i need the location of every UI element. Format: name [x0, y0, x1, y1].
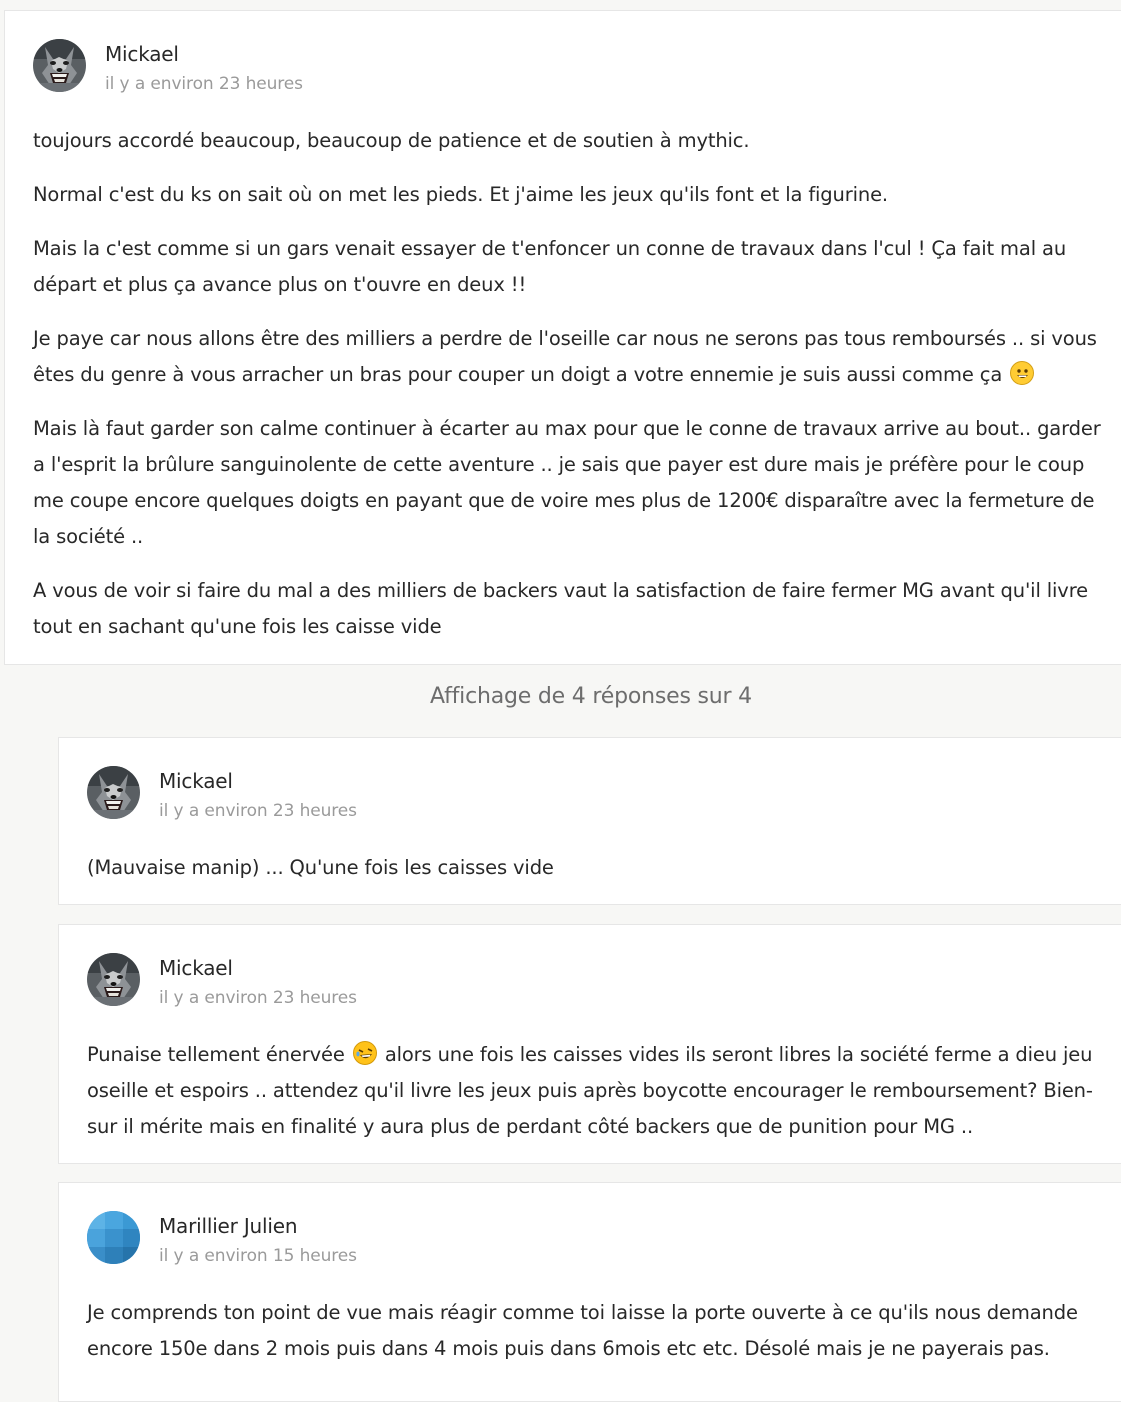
comment-paragraph: Je comprends ton point de vue mais réagi… — [87, 1301, 1078, 1360]
author-name[interactable]: Marillier Julien — [159, 1214, 298, 1238]
comment-paragraph: (Mauvaise manip) ... Qu'une fois les cai… — [87, 856, 554, 879]
comment-timestamp: il y a environ 23 heures — [105, 74, 303, 94]
comment-paragraph: A vous de voir si faire du mal a des mil… — [33, 579, 1088, 638]
comment-timestamp: il y a environ 23 heures — [159, 801, 357, 821]
comment-body: (Mauvaise manip) ... Qu'une fois les cai… — [87, 850, 1097, 904]
wolf-avatar-icon[interactable] — [33, 39, 86, 92]
comment-paragraph: Mais la c'est comme si un gars venait es… — [33, 237, 1067, 296]
author-name[interactable]: Mickael — [105, 42, 179, 66]
comment-timestamp: il y a environ 15 heures — [159, 1246, 357, 1266]
comment-paragraph: Punaise tellement énervée alors une fois… — [87, 1037, 1097, 1145]
rolling-laughing-emoji-icon — [352, 1041, 377, 1065]
comment-body: toujours accordé beaucoup, beaucoup de p… — [33, 123, 1103, 663]
blue-mosaic-avatar-icon[interactable] — [87, 1211, 140, 1264]
wolf-avatar-icon[interactable] — [87, 766, 140, 819]
author-name[interactable]: Mickael — [159, 956, 233, 980]
comment-paragraph-text: Je paye car nous allons être des millier… — [33, 327, 1097, 386]
comment-timestamp: il y a environ 23 heures — [159, 988, 357, 1008]
reply-comment: Mickael il y a environ 23 heures Punaise… — [58, 924, 1121, 1164]
comment-paragraph: Normal c'est du ks on sait où on met les… — [33, 183, 888, 206]
main-comment: Mickael il y a environ 23 heures toujour… — [4, 10, 1121, 665]
replies-count-label: Affichage de 4 réponses sur 4 — [430, 684, 752, 709]
comment-paragraph-text: Punaise tellement énervée — [87, 1043, 345, 1066]
comment-paragraph: Je paye car nous allons être des millier… — [33, 321, 1103, 393]
comment-body: Punaise tellement énervée alors une fois… — [87, 1037, 1097, 1163]
wolf-avatar-icon[interactable] — [87, 953, 140, 1006]
comment-paragraph: Mais là faut garder son calme continuer … — [33, 417, 1101, 548]
comment-body: Je comprends ton point de vue mais réagi… — [87, 1295, 1097, 1385]
author-name[interactable]: Mickael — [159, 769, 233, 793]
grinning-face-emoji-icon — [1010, 361, 1035, 385]
reply-comment: Marillier Julien il y a environ 15 heure… — [58, 1182, 1121, 1402]
comment-paragraph: toujours accordé beaucoup, beaucoup de p… — [33, 129, 750, 152]
reply-comment: Mickael il y a environ 23 heures (Mauvai… — [58, 737, 1121, 905]
